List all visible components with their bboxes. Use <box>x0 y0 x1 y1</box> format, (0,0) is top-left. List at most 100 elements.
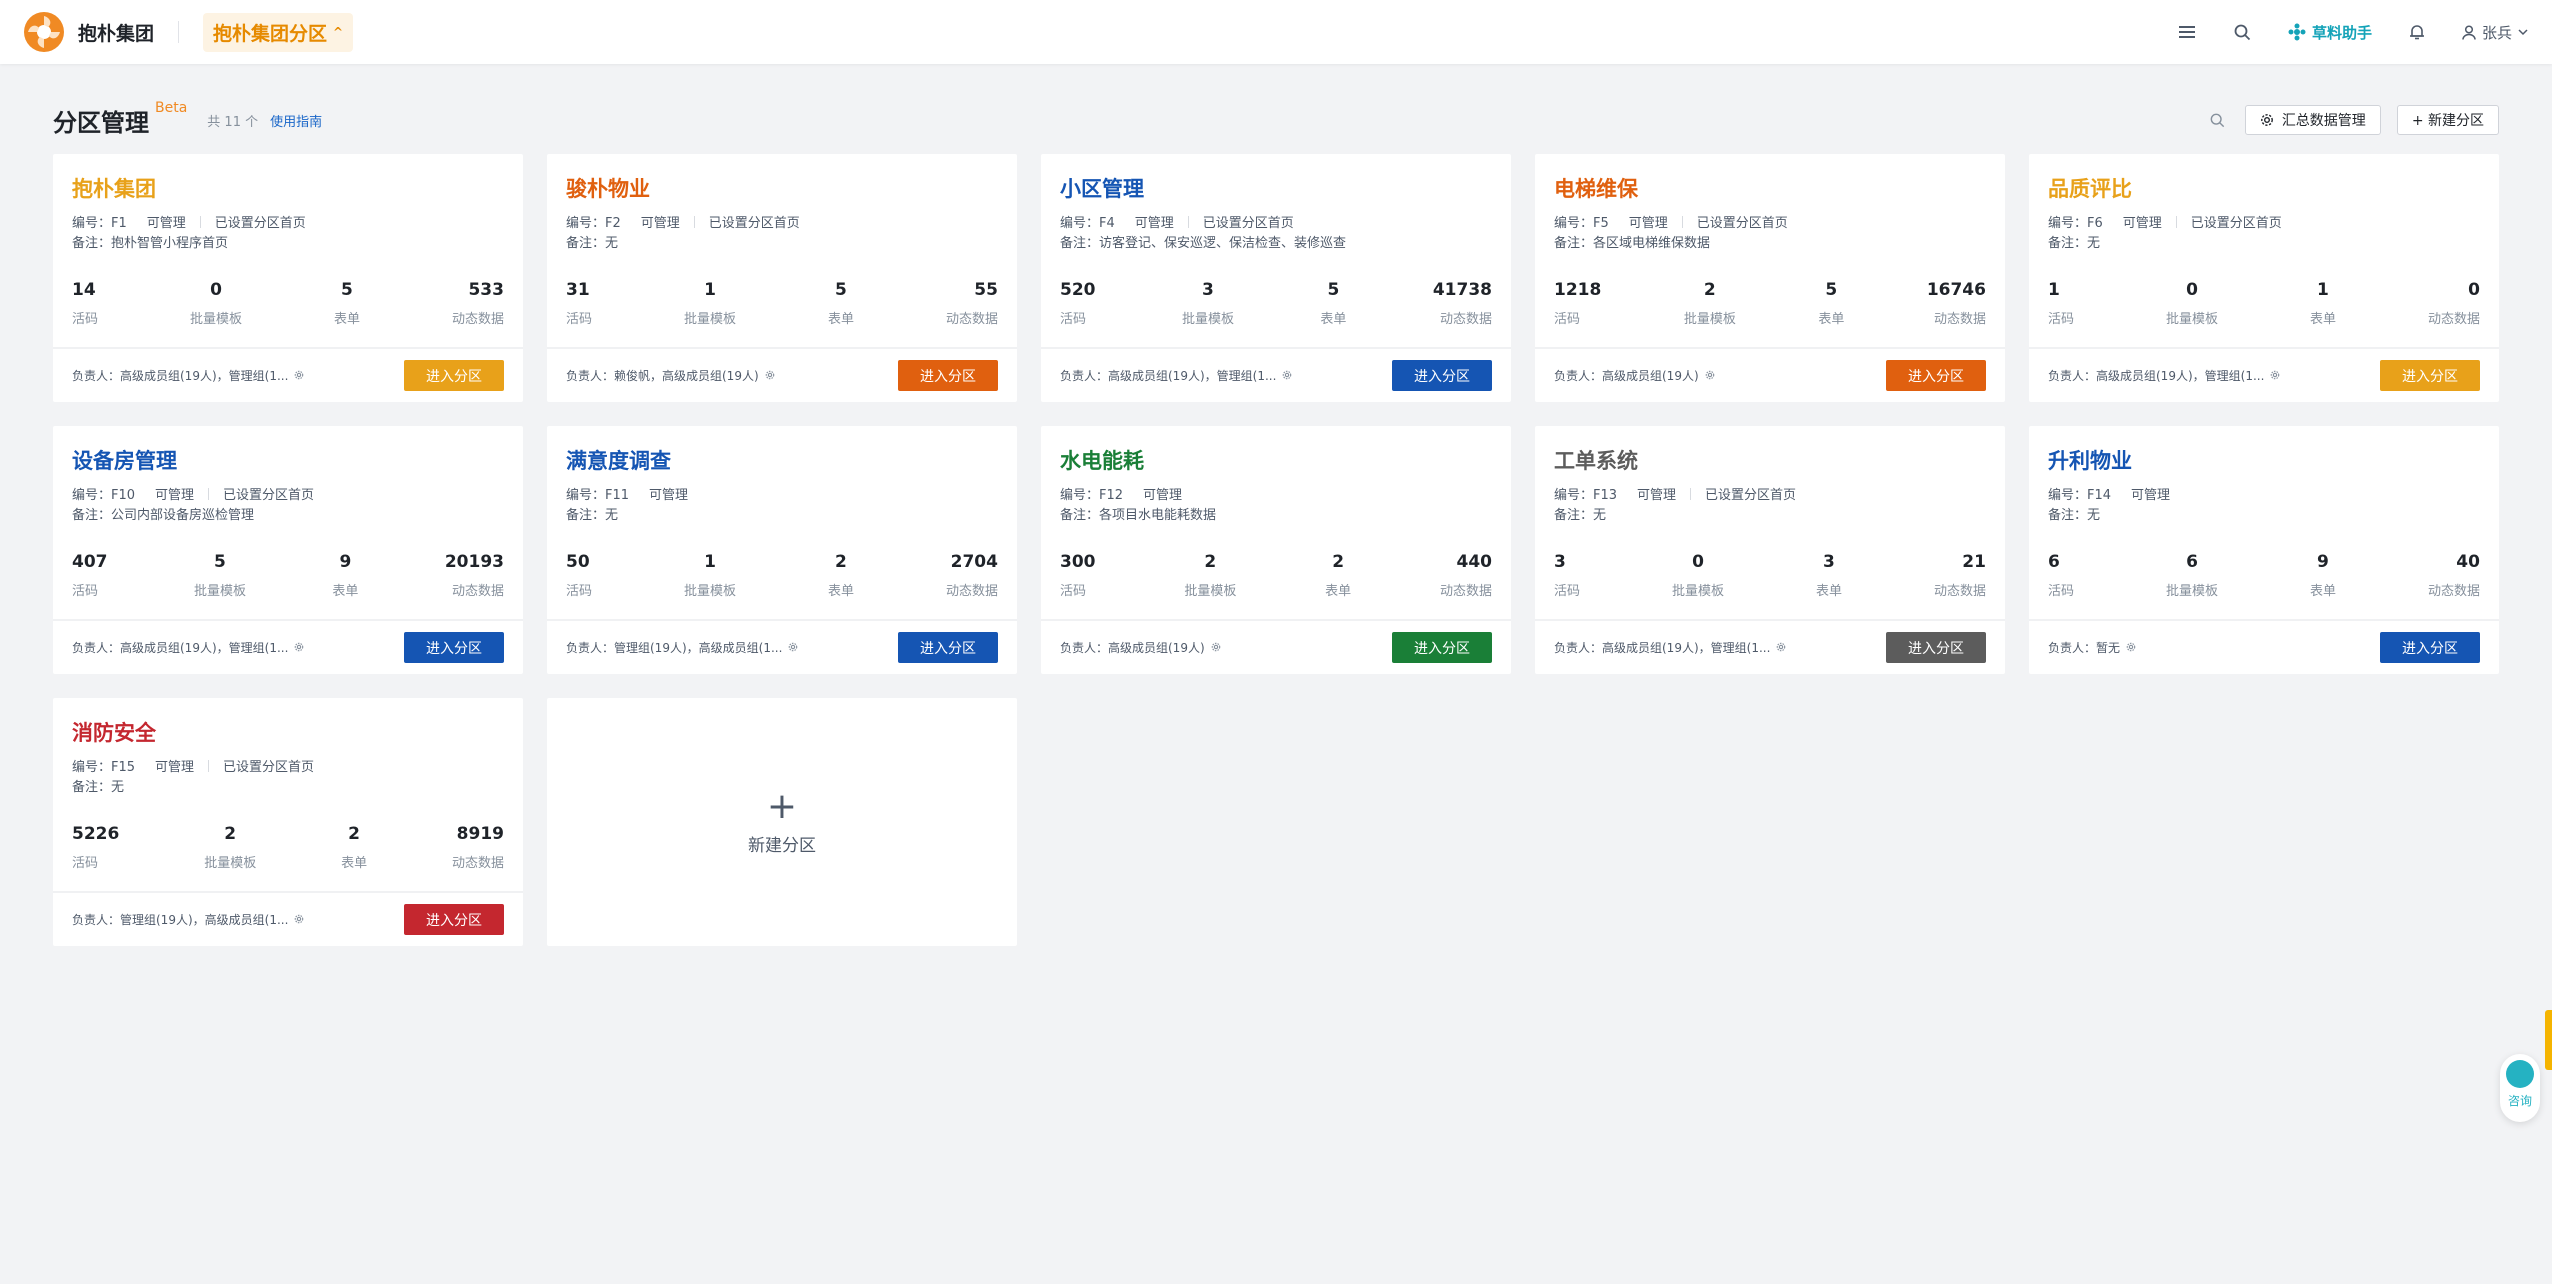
stat-4[interactable]: 0 动态数据 <box>2428 280 2480 327</box>
stat-3[interactable]: 3 表单 <box>1816 552 1842 599</box>
owner-settings-icon[interactable] <box>294 369 304 383</box>
stat-4[interactable]: 16746 动态数据 <box>1927 280 1986 327</box>
partition-title[interactable]: 抱朴集团 <box>72 173 156 203</box>
partition-card[interactable]: 消防安全 编号：F15 可管理 已设置分区首页 备注：无 5226 活码 2 批量模板 2 表单 89… <box>53 698 523 946</box>
stat-2[interactable]: 2 批量模板 <box>1184 552 1236 599</box>
search-icon[interactable] <box>2232 21 2254 43</box>
stat-2[interactable]: 2 批量模板 <box>204 824 256 871</box>
stat-4[interactable]: 20193 动态数据 <box>445 552 504 599</box>
owner-settings-icon[interactable] <box>1776 641 1786 655</box>
owner-settings-icon[interactable] <box>1705 369 1715 383</box>
stat-4[interactable]: 440 动态数据 <box>1440 552 1492 599</box>
enter-partition-button[interactable]: 进入分区 <box>404 632 504 663</box>
stat-3[interactable]: 5 表单 <box>334 280 360 327</box>
partition-card[interactable]: 满意度调查 编号：F11 可管理 备注：无 50 活码 1 批量模板 2 表单 2704 动态数据 负责… <box>547 426 1017 674</box>
stat-4[interactable]: 21 动态数据 <box>1934 552 1986 599</box>
owner-settings-icon[interactable] <box>294 913 304 927</box>
enter-partition-button[interactable]: 进入分区 <box>1392 360 1492 391</box>
search-icon[interactable] <box>2207 109 2229 131</box>
stat-4[interactable]: 8919 动态数据 <box>452 824 504 871</box>
stat-4[interactable]: 55 动态数据 <box>946 280 998 327</box>
stat-2[interactable]: 0 批量模板 <box>2166 280 2218 327</box>
stat-3[interactable]: 5 表单 <box>828 280 854 327</box>
partition-card[interactable]: 小区管理 编号：F4 可管理 已设置分区首页 备注：访客登记、保安巡逻、保洁检查、装修巡… <box>1041 154 1511 402</box>
owner-settings-icon[interactable] <box>1282 369 1292 383</box>
stat-3[interactable]: 9 表单 <box>2310 552 2336 599</box>
partition-card[interactable]: 骏朴物业 编号：F2 可管理 已设置分区首页 备注：无 31 活码 1 批量模板 5 表单 55 动态数… <box>547 154 1017 402</box>
stat-3[interactable]: 2 表单 <box>828 552 854 599</box>
enter-partition-button[interactable]: 进入分区 <box>2380 632 2480 663</box>
stat-2[interactable]: 2 批量模板 <box>1684 280 1736 327</box>
owner-settings-icon[interactable] <box>765 369 775 383</box>
stat-3[interactable]: 2 表单 <box>341 824 367 871</box>
new-partition-button[interactable]: + 新建分区 <box>2396 105 2499 135</box>
stat-1[interactable]: 6 活码 <box>2048 552 2074 599</box>
partition-card[interactable]: 水电能耗 编号：F12 可管理 备注：各项目水电能耗数据 300 活码 2 批量模板 2 表单 44… <box>1041 426 1511 674</box>
partition-title[interactable]: 小区管理 <box>1060 173 1144 203</box>
partition-card[interactable]: 工单系统 编号：F13 可管理 已设置分区首页 备注：无 3 活码 0 批量模板 3 表单 21 动态数… <box>1535 426 2005 674</box>
partition-title[interactable]: 满意度调查 <box>566 445 671 475</box>
stat-1[interactable]: 31 活码 <box>566 280 592 327</box>
stat-1[interactable]: 50 活码 <box>566 552 592 599</box>
stat-1[interactable]: 520 活码 <box>1060 280 1096 327</box>
stat-4[interactable]: 41738 动态数据 <box>1433 280 1492 327</box>
stat-1[interactable]: 1218 活码 <box>1554 280 1601 327</box>
partition-card[interactable]: 电梯维保 编号：F5 可管理 已设置分区首页 备注：各区域电梯维保数据 1218 活码 2 批量… <box>1535 154 2005 402</box>
stat-1[interactable]: 300 活码 <box>1060 552 1096 599</box>
enter-partition-button[interactable]: 进入分区 <box>898 360 998 391</box>
bell-icon[interactable] <box>2406 21 2428 43</box>
enter-partition-button[interactable]: 进入分区 <box>404 360 504 391</box>
partition-title[interactable]: 水电能耗 <box>1060 445 1144 475</box>
consult-button[interactable]: 咨询 <box>2500 1054 2540 1122</box>
partition-title[interactable]: 品质评比 <box>2048 173 2132 203</box>
assistant-button[interactable]: 草料助手 <box>2288 22 2372 43</box>
stat-3[interactable]: 1 表单 <box>2310 280 2336 327</box>
enter-partition-button[interactable]: 进入分区 <box>1392 632 1492 663</box>
stat-1[interactable]: 5226 活码 <box>72 824 119 871</box>
partition-title[interactable]: 升利物业 <box>2048 445 2132 475</box>
menu-icon[interactable] <box>2176 21 2198 43</box>
stat-2[interactable]: 0 批量模板 <box>190 280 242 327</box>
stat-2[interactable]: 0 批量模板 <box>1672 552 1724 599</box>
new-partition-card[interactable]: + 新建分区 <box>547 698 1017 946</box>
brand-logo-icon[interactable] <box>24 12 64 52</box>
partition-title[interactable]: 工单系统 <box>1554 445 1638 475</box>
stat-4[interactable]: 2704 动态数据 <box>946 552 998 599</box>
stat-2[interactable]: 1 批量模板 <box>684 280 736 327</box>
partition-title[interactable]: 电梯维保 <box>1554 173 1638 203</box>
stat-1[interactable]: 14 活码 <box>72 280 98 327</box>
enter-partition-button[interactable]: 进入分区 <box>1886 632 1986 663</box>
stat-3[interactable]: 5 表单 <box>1818 280 1844 327</box>
partition-title[interactable]: 消防安全 <box>72 717 156 747</box>
stat-3[interactable]: 2 表单 <box>1325 552 1351 599</box>
partition-card[interactable]: 设备房管理 编号：F10 可管理 已设置分区首页 备注：公司内部设备房巡检管理 407 活码… <box>53 426 523 674</box>
partition-title[interactable]: 设备房管理 <box>72 445 177 475</box>
stat-4[interactable]: 40 动态数据 <box>2428 552 2480 599</box>
stat-2[interactable]: 3 批量模板 <box>1182 280 1234 327</box>
side-tab[interactable] <box>2545 1010 2552 1070</box>
owner-settings-icon[interactable] <box>788 641 798 655</box>
guide-link[interactable]: 使用指南 <box>270 111 322 130</box>
enter-partition-button[interactable]: 进入分区 <box>1886 360 1986 391</box>
owner-settings-icon[interactable] <box>2126 641 2136 655</box>
stat-2[interactable]: 5 批量模板 <box>194 552 246 599</box>
user-menu[interactable]: 张兵 <box>2462 22 2528 43</box>
stat-1[interactable]: 3 活码 <box>1554 552 1580 599</box>
enter-partition-button[interactable]: 进入分区 <box>2380 360 2480 391</box>
stat-2[interactable]: 6 批量模板 <box>2166 552 2218 599</box>
stat-2[interactable]: 1 批量模板 <box>684 552 736 599</box>
stat-1[interactable]: 407 活码 <box>72 552 108 599</box>
enter-partition-button[interactable]: 进入分区 <box>898 632 998 663</box>
partition-card[interactable]: 抱朴集团 编号：F1 可管理 已设置分区首页 备注：抱朴智管小程序首页 14 活码 0 批量模板… <box>53 154 523 402</box>
stat-3[interactable]: 5 表单 <box>1320 280 1346 327</box>
stat-1[interactable]: 1 活码 <box>2048 280 2074 327</box>
summary-data-button[interactable]: 汇总数据管理 <box>2244 105 2381 135</box>
partition-card[interactable]: 品质评比 编号：F6 可管理 已设置分区首页 备注：无 1 活码 0 批量模板 1 表单 0 动态数据负… <box>2029 154 2499 402</box>
owner-settings-icon[interactable] <box>294 641 304 655</box>
group-switcher[interactable]: 抱朴集团分区 ^ <box>203 12 354 52</box>
enter-partition-button[interactable]: 进入分区 <box>404 904 504 935</box>
partition-title[interactable]: 骏朴物业 <box>566 173 650 203</box>
stat-3[interactable]: 9 表单 <box>332 552 358 599</box>
partition-card[interactable]: 升利物业 编号：F14 可管理 备注：无 6 活码 6 批量模板 9 表单 40 动态数据 负责人：暂无… <box>2029 426 2499 674</box>
owner-settings-icon[interactable] <box>1211 641 1221 655</box>
